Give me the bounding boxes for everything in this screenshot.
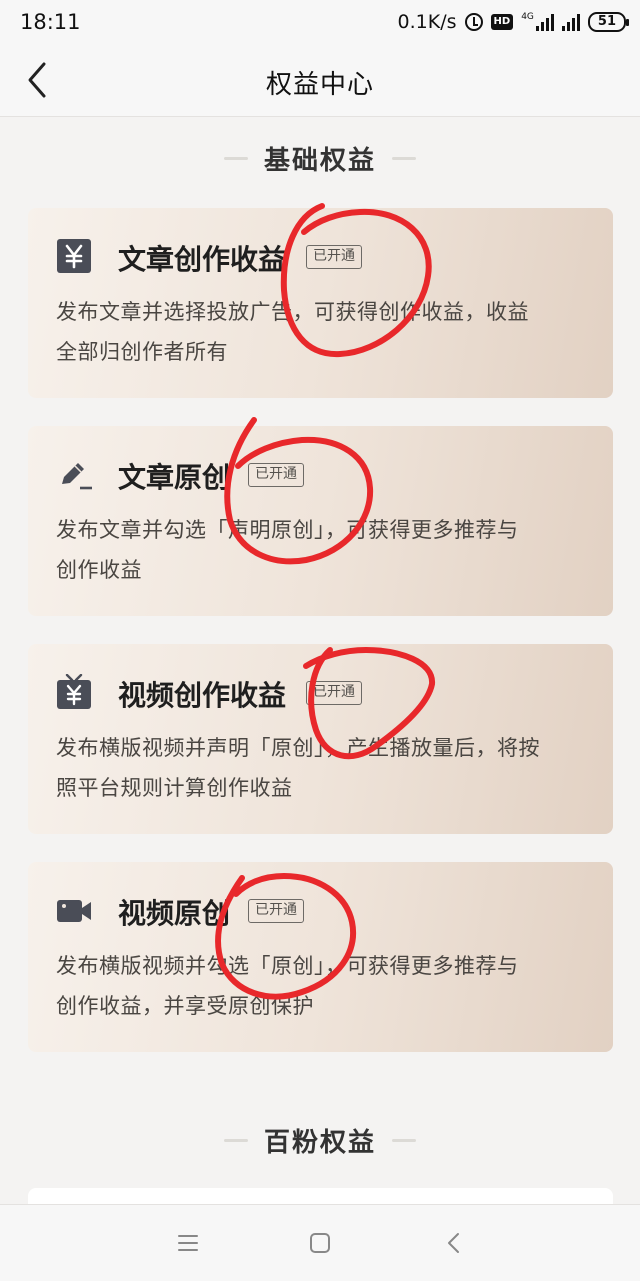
- status-bar: 18:11 0.1K/s HD 4G 51: [0, 0, 640, 46]
- section-header-basic: 基础权益: [0, 138, 640, 178]
- system-nav-bar: [0, 1204, 640, 1281]
- card-description: 发布横版视频并勾选「原创」，可获得更多推荐与 创作收益，并享受原创保护: [56, 946, 586, 1026]
- menu-icon: [178, 1235, 198, 1251]
- network-speed: 0.1K/s: [397, 11, 457, 33]
- menu-button[interactable]: [174, 1229, 202, 1257]
- divider: [392, 1138, 416, 1142]
- card-video-revenue[interactable]: 视频创作收益 已开通 发布横版视频并声明「原创」，产生播放量后，将按 照平台规则…: [28, 644, 613, 834]
- status-badge: 已开通: [306, 245, 362, 269]
- desc-line: 发布横版视频并声明「原创」，产生播放量后，将按: [56, 736, 540, 760]
- desc-line: 全部归创作者所有: [56, 340, 228, 364]
- network-type: 4G: [521, 11, 534, 22]
- hd-icon: HD: [490, 14, 514, 30]
- desc-line: 照平台规则计算创作收益: [56, 776, 293, 800]
- card-video-original[interactable]: 视频原创 已开通 发布横版视频并勾选「原创」，可获得更多推荐与 创作收益，并享受…: [28, 862, 613, 1052]
- card-article-revenue[interactable]: 文章创作收益 已开通 发布文章并选择投放广告，可获得创作收益，收益 全部归创作者…: [28, 208, 613, 398]
- card-description: 发布文章并勾选「声明原创」，可获得更多推荐与 创作收益: [56, 510, 586, 590]
- back-chevron-icon: [448, 1233, 459, 1253]
- card-article-original[interactable]: 文章原创 已开通 发布文章并勾选「声明原创」，可获得更多推荐与 创作收益: [28, 426, 613, 616]
- card-title: 文章创作收益: [118, 243, 287, 276]
- system-back-button[interactable]: [440, 1229, 468, 1257]
- divider: [223, 1138, 248, 1142]
- card-title: 视频原创: [118, 897, 231, 930]
- signal-icon-2: [561, 13, 580, 31]
- signal-icon: [535, 13, 554, 31]
- status-badge: 已开通: [248, 463, 304, 487]
- battery-icon: 51: [587, 12, 630, 32]
- card-title: 视频创作收益: [118, 679, 287, 712]
- desc-line: 创作收益，并享受原创保护: [56, 994, 314, 1018]
- divider: [392, 156, 416, 160]
- card-description: 发布文章并选择投放广告，可获得创作收益，收益 全部归创作者所有: [56, 292, 586, 372]
- card-title: 文章原创: [118, 461, 231, 494]
- pencil-icon: [62, 463, 92, 490]
- status-badge: 已开通: [248, 899, 304, 923]
- status-badge: 已开通: [306, 681, 362, 705]
- home-button[interactable]: [306, 1229, 334, 1257]
- section-title: 基础权益: [263, 145, 376, 176]
- desc-line: 发布文章并勾选「声明原创」，可获得更多推荐与: [56, 518, 519, 542]
- section-header-hundred-fans: 百粉权益: [0, 1120, 640, 1160]
- desc-line: 创作收益: [56, 558, 142, 582]
- tv-yen-icon: [57, 674, 91, 709]
- video-camera-icon: [57, 900, 91, 922]
- desc-line: 发布文章并选择投放广告，可获得创作收益，收益: [56, 300, 529, 324]
- desc-line: 发布横版视频并勾选「原创」，可获得更多推荐与: [56, 954, 519, 978]
- nav-bar: 权益中心: [0, 46, 640, 117]
- status-time: 18:11: [20, 10, 81, 34]
- status-icons: 0.1K/s HD 4G 51: [397, 9, 630, 35]
- page-title: 权益中心: [265, 70, 374, 100]
- yen-icon: [57, 239, 91, 273]
- alarm-icon: [464, 13, 483, 31]
- card-description: 发布横版视频并声明「原创」，产生播放量后，将按 照平台规则计算创作收益: [56, 728, 586, 808]
- divider: [223, 156, 248, 160]
- section-title: 百粉权益: [263, 1127, 376, 1158]
- home-square-icon: [310, 1233, 330, 1253]
- annotation-overlay: [215, 203, 435, 1000]
